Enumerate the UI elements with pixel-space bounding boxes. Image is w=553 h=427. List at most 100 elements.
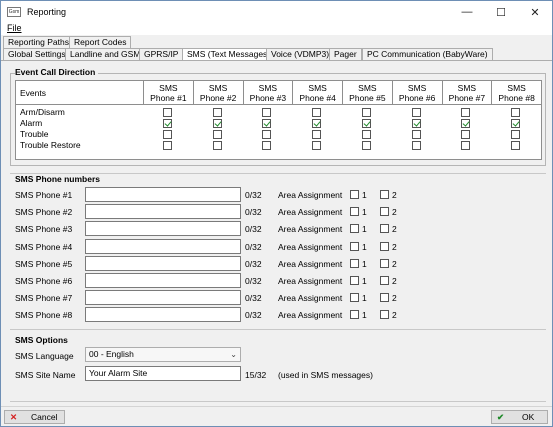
event-phone-checkbox[interactable] [461, 130, 471, 139]
event-call-table: Events SMS Phone #1 SMS Phone #2 SMS Phone #3… [15, 80, 542, 160]
event-phone-checkbox[interactable] [511, 141, 521, 150]
area-2-checkbox[interactable] [380, 190, 389, 199]
area-2-checkbox[interactable] [380, 276, 389, 285]
event-phone-checkbox[interactable] [312, 141, 322, 150]
event-phone-checkbox[interactable] [212, 141, 222, 150]
event-phone-checkbox[interactable] [411, 141, 421, 150]
event-phone-checkbox[interactable] [361, 141, 371, 150]
event-phone-checkbox[interactable] [361, 130, 371, 139]
tab-pc-communication[interactable]: PC Communication (BabyWare) [362, 48, 493, 60]
ok-button[interactable]: ✔ OK [491, 410, 548, 424]
event-phone-checkbox[interactable] [461, 141, 471, 150]
area-assignment-label: Area Assignment [278, 310, 343, 321]
cancel-button[interactable]: ✕ Cancel [4, 410, 65, 424]
event-phone-checkbox[interactable] [162, 119, 172, 128]
tab-voice[interactable]: Voice (VDMP3) [266, 48, 335, 60]
sms-phone-label: SMS Phone #4 [15, 241, 73, 252]
event-phone-checkbox[interactable] [212, 130, 222, 139]
area-assignment-label: Area Assignment [278, 241, 343, 252]
sms-phone-input[interactable] [85, 255, 241, 271]
sms-phone-input[interactable] [85, 290, 241, 306]
area-2-label: 2 [392, 276, 397, 286]
event-phone-checkbox[interactable] [312, 130, 322, 139]
sms-phone-count: 0/32 [245, 258, 262, 269]
event-phone-checkbox[interactable] [262, 108, 272, 117]
event-phone-checkbox[interactable] [262, 119, 272, 128]
event-label: Trouble [20, 129, 49, 139]
sms-site-name-count: 15/32 [245, 370, 267, 380]
area-assignment-label: Area Assignment [278, 190, 343, 200]
menu-file[interactable]: File [7, 23, 22, 33]
event-phone-checkbox[interactable] [361, 119, 371, 128]
area-2-label: 2 [392, 241, 397, 252]
event-phone-checkbox[interactable] [511, 119, 521, 128]
sms-language-select[interactable]: 00 - English ⌄ [85, 347, 241, 362]
area-2-checkbox[interactable] [380, 241, 389, 251]
area-1-checkbox[interactable] [350, 241, 359, 251]
tab-pager[interactable]: Pager [329, 48, 362, 60]
sms-phone-input[interactable] [85, 238, 241, 254]
area-1-checkbox[interactable] [350, 293, 359, 303]
area-1-checkbox[interactable] [350, 258, 359, 268]
event-phone-checkbox[interactable] [162, 141, 172, 150]
tab-gprs-ip[interactable]: GPRS/IP [139, 48, 184, 60]
area-1-checkbox[interactable] [350, 190, 359, 199]
close-button[interactable]: ✕ [518, 1, 552, 23]
area-2-label: 2 [392, 224, 397, 235]
event-phone-checkbox[interactable] [411, 108, 421, 117]
tab-sms[interactable]: SMS (Text Messages) [182, 48, 276, 60]
chevron-down-icon: ⌄ [230, 350, 237, 359]
area-assignment-label: Area Assignment [278, 293, 343, 304]
minimize-button[interactable]: — [450, 1, 484, 23]
area-2-label: 2 [392, 293, 397, 304]
phone-header-number: Phone #4 [299, 93, 336, 103]
area-2-checkbox[interactable] [380, 207, 389, 217]
tab-reporting-paths[interactable]: Reporting Paths [3, 36, 74, 48]
event-phone-checkbox[interactable] [511, 130, 521, 139]
event-phone-checkbox[interactable] [162, 130, 172, 139]
sms-phone-input[interactable] [85, 307, 241, 323]
event-phone-checkbox[interactable] [212, 108, 222, 117]
area-1-checkbox[interactable] [350, 310, 359, 320]
area-1-checkbox[interactable] [350, 276, 359, 285]
area-2-label: 2 [392, 258, 397, 269]
event-phone-checkbox[interactable] [162, 108, 172, 117]
sms-phone-label: SMS Phone #7 [15, 293, 73, 304]
event-phone-checkbox[interactable] [411, 119, 421, 128]
tab-report-codes[interactable]: Report Codes [69, 36, 132, 48]
event-label: Alarm [20, 118, 43, 128]
sms-phone-input[interactable] [85, 204, 241, 220]
sms-phone-count: 0/32 [245, 207, 262, 218]
sms-phone-input[interactable] [85, 221, 241, 237]
event-phone-checkbox[interactable] [262, 130, 272, 139]
area-2-label: 2 [392, 310, 397, 321]
area-2-label: 2 [392, 190, 397, 200]
area-2-checkbox[interactable] [380, 293, 389, 303]
event-phone-checkbox[interactable] [262, 141, 272, 150]
sms-phones-title: SMS Phone numbers [15, 174, 101, 184]
event-phone-checkbox[interactable] [361, 108, 371, 117]
sms-phone-input[interactable] [85, 273, 241, 288]
sms-phone-label: SMS Phone #2 [15, 207, 73, 218]
area-1-checkbox[interactable] [350, 207, 359, 217]
ok-button-label: OK [522, 412, 535, 422]
area-2-checkbox[interactable] [380, 224, 389, 234]
area-1-checkbox[interactable] [350, 224, 359, 234]
phone-header-sms: SMS [507, 83, 526, 93]
sms-site-name-input[interactable]: Your Alarm Site [85, 366, 241, 381]
tab-global-settings[interactable]: Global Settings [3, 48, 71, 60]
event-phone-checkbox[interactable] [312, 119, 322, 128]
event-phone-checkbox[interactable] [411, 130, 421, 139]
event-phone-checkbox[interactable] [461, 119, 471, 128]
sms-phone-input[interactable] [85, 187, 241, 202]
area-2-checkbox[interactable] [380, 310, 389, 320]
event-phone-checkbox[interactable] [511, 108, 521, 117]
maximize-button[interactable]: ☐ [484, 1, 518, 23]
area-2-checkbox[interactable] [380, 258, 389, 268]
event-phone-checkbox[interactable] [312, 108, 322, 117]
tab-landline-gsm[interactable]: Landline and GSM [65, 48, 146, 60]
sms-phone-label: SMS Phone #5 [15, 258, 73, 269]
phone-header-sms: SMS [208, 83, 228, 93]
event-phone-checkbox[interactable] [212, 119, 222, 128]
event-phone-checkbox[interactable] [461, 108, 471, 117]
